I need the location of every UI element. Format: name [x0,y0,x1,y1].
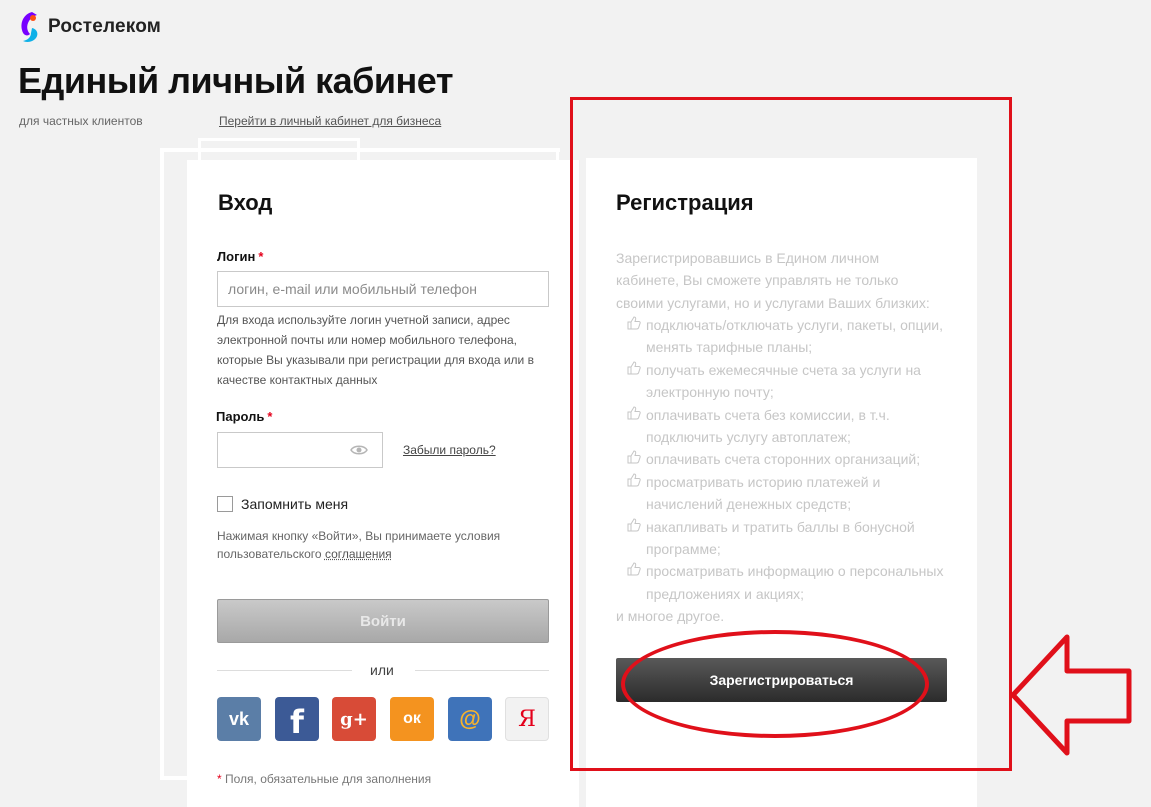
decorative-line [198,138,360,141]
required-mark: * [267,409,273,424]
page-title: Единый личный кабинет [18,60,453,101]
show-password-icon[interactable] [349,442,369,458]
page-subtitle: для частных клиентов [19,114,143,128]
password-label-text: Пароль [216,409,265,424]
remember-me-label[interactable]: Запомнить меня [241,496,348,512]
vk-icon: vk [228,708,250,729]
facebook-icon: f [290,703,304,741]
google-plus-login-button[interactable]: g+ [332,697,376,741]
or-label: или [370,662,394,678]
decorative-line [198,138,201,160]
highlight-ellipse [621,630,929,738]
odnoklassniki-login-button[interactable]: ок [390,697,434,741]
logo-text: Ростелеком [48,16,162,37]
yandex-login-button[interactable]: Я [505,697,549,741]
highlight-arrow [1010,634,1132,756]
required-mark: * [258,249,264,264]
divider-right [415,670,549,671]
login-label: Логин * [217,249,263,264]
decorative-line [160,148,164,780]
odnoklassniki-icon: ок [403,710,421,727]
rostelecom-logo[interactable]: Ростелеком [18,10,161,44]
login-hint: Для входа используйте логин учетной запи… [217,313,534,387]
yandex-icon: Я [518,706,536,732]
facebook-login-button[interactable]: f [275,697,319,741]
business-cabinet-link[interactable]: Перейти в личный кабинет для бизнеса [219,114,441,128]
required-note-mark: * [217,772,222,786]
login-input[interactable] [217,271,549,307]
decorative-line [160,148,560,152]
login-title: Вход [218,190,273,215]
divider-left [217,670,352,671]
forgot-password-link[interactable]: Забыли пароль? [403,443,496,457]
required-fields-note: * Поля, обязательные для заполнения [217,772,431,786]
rostelecom-logo-icon [21,12,38,42]
password-label: Пароль * [216,409,272,424]
required-note-text: Поля, обязательные для заполнения [225,772,432,786]
remember-me-checkbox[interactable] [217,496,233,512]
login-label-text: Логин [217,249,256,264]
terms-text: Нажимая кнопку «Войти», Вы принимаете ус… [217,527,527,563]
vk-login-button[interactable]: vk [217,697,261,741]
login-button[interactable]: Войти [217,599,549,643]
user-agreement-link[interactable]: соглашения [325,547,392,561]
mail-ru-icon: @ [459,706,481,731]
login-panel: Вход Логин* Для входа используйте логин … [187,160,579,807]
google-plus-icon: g+ [340,708,368,730]
mail-ru-login-button[interactable]: @ [448,697,492,741]
